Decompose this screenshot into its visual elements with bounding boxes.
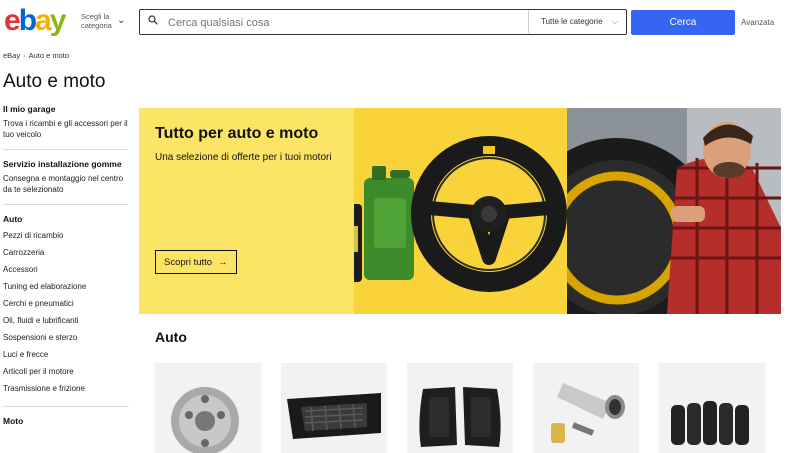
- breadcrumb: eBay › Auto e moto: [3, 51, 69, 60]
- divider: [3, 406, 129, 407]
- banner-product-panel: [324, 108, 567, 314]
- search-input[interactable]: [166, 14, 525, 32]
- sidebar-item-carrozzeria[interactable]: Carrozzeria: [3, 244, 129, 261]
- breadcrumb-current: Auto e moto: [28, 51, 70, 60]
- car-floor-mats-image: [419, 387, 501, 447]
- sidebar-heading-auto[interactable]: Auto: [3, 213, 129, 225]
- chevron-down-icon[interactable]: ⌄: [117, 15, 125, 26]
- sidebar-item-sospensioni[interactable]: Sospensioni e sterzo: [3, 329, 129, 346]
- section-title-auto: Auto: [155, 329, 187, 345]
- sidebar-heading-garage[interactable]: Il mio garage: [3, 103, 129, 115]
- category-card-exhaust[interactable]: [533, 363, 639, 453]
- tires-stack-image: [671, 401, 749, 445]
- arrow-right-icon: →: [218, 256, 228, 268]
- sidebar-item-trasmissione[interactable]: Trasmissione e frizione: [3, 380, 129, 397]
- breadcrumb-home[interactable]: eBay: [3, 51, 20, 60]
- divider: [3, 204, 129, 205]
- logo-letter-a: a: [35, 4, 52, 37]
- steering-wheel-and-oil-image: [324, 136, 567, 292]
- site-header: ebay Scegli la categoria ⌄ Tutte le cate…: [0, 0, 799, 44]
- category-card-grille[interactable]: [281, 363, 387, 453]
- discover-all-label: Scopri tutto: [164, 256, 213, 268]
- front-grille-image: [287, 393, 381, 439]
- category-card-tires[interactable]: [659, 363, 765, 453]
- mechanic-motorcycle-image: [517, 108, 781, 314]
- banner-mechanic-photo: [517, 108, 781, 314]
- category-picker[interactable]: Scegli la categoria: [81, 12, 117, 30]
- clutch-kit-image: [171, 387, 239, 453]
- logo-letter-b: b: [18, 4, 37, 37]
- logo-letter-y: y: [49, 4, 67, 37]
- sidebar-item-luci-frecce[interactable]: Luci e frecce: [3, 346, 129, 363]
- promo-banner[interactable]: Tutto per auto e moto Una selezione di o…: [139, 108, 781, 314]
- sidebar-item-motore[interactable]: Articoli per il motore: [3, 363, 129, 380]
- ebay-logo[interactable]: ebay: [4, 4, 67, 38]
- sidebar-heading-install[interactable]: Servizio installazione gomme: [3, 158, 129, 170]
- sidebar-item-cerchi-pneumatici[interactable]: Cerchi e pneumatici: [3, 295, 129, 312]
- sidebar-text-install[interactable]: Consegna e montaggio nel centro da te se…: [3, 173, 129, 195]
- category-select-value: Tutte le categorie: [541, 17, 603, 26]
- sidebar-item-tuning[interactable]: Tuning ed elaborazione: [3, 278, 129, 295]
- search-button[interactable]: Cerca: [631, 10, 735, 35]
- page-title: Auto e moto: [3, 71, 106, 92]
- discover-all-button[interactable]: Scopri tutto →: [155, 250, 237, 274]
- breadcrumb-separator-icon: ›: [23, 51, 26, 60]
- sidebar-heading-moto[interactable]: Moto: [3, 415, 129, 427]
- category-card-clutch[interactable]: [155, 363, 261, 453]
- sidebar: Il mio garage Trova i ricambi e gli acce…: [3, 103, 129, 427]
- chevron-down-icon: ⌵: [611, 17, 618, 26]
- sidebar-item-accessori[interactable]: Accessori: [3, 261, 129, 278]
- banner-title: Tutto per auto e moto: [155, 125, 319, 142]
- advanced-search-link[interactable]: Avanzata: [741, 18, 774, 27]
- sidebar-item-oli-fluidi[interactable]: Oli, fluidi e lubrificanti: [3, 312, 129, 329]
- category-card-mats[interactable]: [407, 363, 513, 453]
- search-bar: Tutte le categorie ⌵: [139, 9, 627, 35]
- sidebar-item-pezzi-ricambio[interactable]: Pezzi di ricambio: [3, 227, 129, 244]
- sidebar-text-garage[interactable]: Trova i ricambi e gli accessori per il t…: [3, 118, 129, 140]
- search-icon: [148, 15, 158, 25]
- banner-subtitle: Una selezione di offerte per i tuoi moto…: [155, 152, 332, 163]
- divider: [3, 149, 129, 150]
- logo-letter-e: e: [4, 4, 21, 37]
- category-select[interactable]: Tutte le categorie ⌵: [528, 10, 626, 33]
- exhaust-tips-image: [551, 383, 625, 443]
